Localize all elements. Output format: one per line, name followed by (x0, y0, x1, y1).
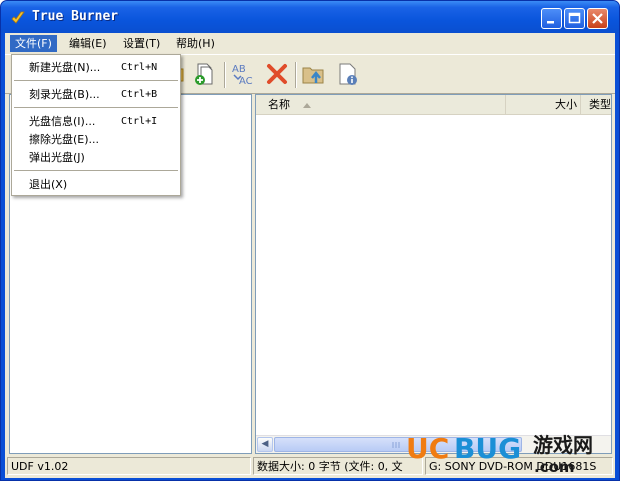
menu-separator (14, 170, 178, 171)
delete-icon[interactable] (264, 61, 290, 87)
menu-item-burn-disc[interactable]: 刻录光盘(B)... Ctrl+B (13, 86, 179, 103)
window-title: True Burner (32, 9, 119, 24)
sort-ascending-icon (303, 103, 311, 108)
menu-separator (14, 107, 178, 108)
watermark-suffix: .com (534, 458, 575, 476)
app-icon (11, 11, 25, 24)
menu-file[interactable]: 文件(F) (10, 35, 57, 52)
menu-item-label: 擦除光盘(E)... (29, 133, 100, 146)
column-type-header[interactable]: 类型 (581, 95, 611, 114)
up-folder-icon[interactable] (301, 61, 327, 87)
menu-item-shortcut: Ctrl+I (121, 116, 158, 127)
close-button[interactable] (587, 8, 608, 29)
menu-item-disc-info[interactable]: 光盘信息(I)... Ctrl+I (13, 113, 179, 130)
title-bar[interactable]: True Burner (1, 1, 619, 33)
menu-separator (14, 80, 178, 81)
file-list-pane[interactable]: 名称 大小 类型 ◀ (255, 94, 612, 454)
menu-help[interactable]: 帮助(H) (171, 35, 220, 52)
menu-item-label: 弹出光盘(J) (29, 151, 85, 164)
watermark-cn: 游戏网 (533, 433, 593, 457)
menu-item-shortcut: Ctrl+N (121, 62, 158, 73)
file-menu-dropdown: 新建光盘(N)... Ctrl+N 刻录光盘(B)... Ctrl+B 光盘信息… (11, 54, 181, 196)
watermark-brand-a: UC (406, 432, 449, 465)
svg-text:AB: AB (232, 64, 246, 75)
menu-item-exit[interactable]: 退出(X) (13, 176, 179, 193)
maximize-icon (568, 12, 581, 24)
maximize-button[interactable] (564, 8, 585, 29)
menu-item-eject-disc[interactable]: 弹出光盘(J) (13, 149, 179, 166)
column-size-header[interactable]: 大小 (506, 95, 581, 114)
menu-item-label: 退出(X) (29, 178, 68, 191)
menu-item-new-disc[interactable]: 新建光盘(N)... Ctrl+N (13, 59, 179, 76)
column-name-header[interactable]: 名称 (256, 95, 506, 114)
app-window: True Burner 文件(F) 编辑(E) 设置(T) 帮助(H) AB A… (0, 0, 620, 481)
menu-item-label: 光盘信息(I)... (29, 115, 96, 128)
toolbar-separator (224, 62, 226, 88)
scroll-left-button[interactable]: ◀ (257, 437, 273, 452)
column-name-label: 名称 (268, 98, 290, 111)
minimize-button[interactable] (541, 8, 562, 29)
rename-icon[interactable]: AB AC (230, 61, 256, 87)
menu-settings[interactable]: 设置(T) (118, 35, 165, 52)
close-icon (592, 13, 603, 24)
watermark-brand-b: BUG (454, 432, 521, 465)
add-files-icon[interactable] (192, 61, 218, 87)
menu-item-label: 新建光盘(N)... (29, 61, 101, 74)
menu-item-erase-disc[interactable]: 擦除光盘(E)... (13, 131, 179, 148)
watermark-logo: UC BUG 游戏网 .com (406, 426, 619, 478)
status-data-size: 数据大小: 0 字节 (文件: 0, 文 (253, 457, 423, 475)
minimize-icon (547, 21, 554, 24)
menu-item-shortcut: Ctrl+B (121, 89, 158, 100)
list-header: 名称 大小 类型 (256, 95, 611, 115)
toolbar-separator (295, 62, 297, 88)
svg-text:AC: AC (239, 76, 253, 87)
menu-item-label: 刻录光盘(B)... (29, 88, 100, 101)
properties-icon[interactable] (335, 61, 361, 87)
status-format: UDF v1.02 (7, 457, 251, 475)
menu-bar: 文件(F) 编辑(E) 设置(T) 帮助(H) (5, 33, 615, 53)
menu-edit[interactable]: 编辑(E) (64, 35, 112, 52)
